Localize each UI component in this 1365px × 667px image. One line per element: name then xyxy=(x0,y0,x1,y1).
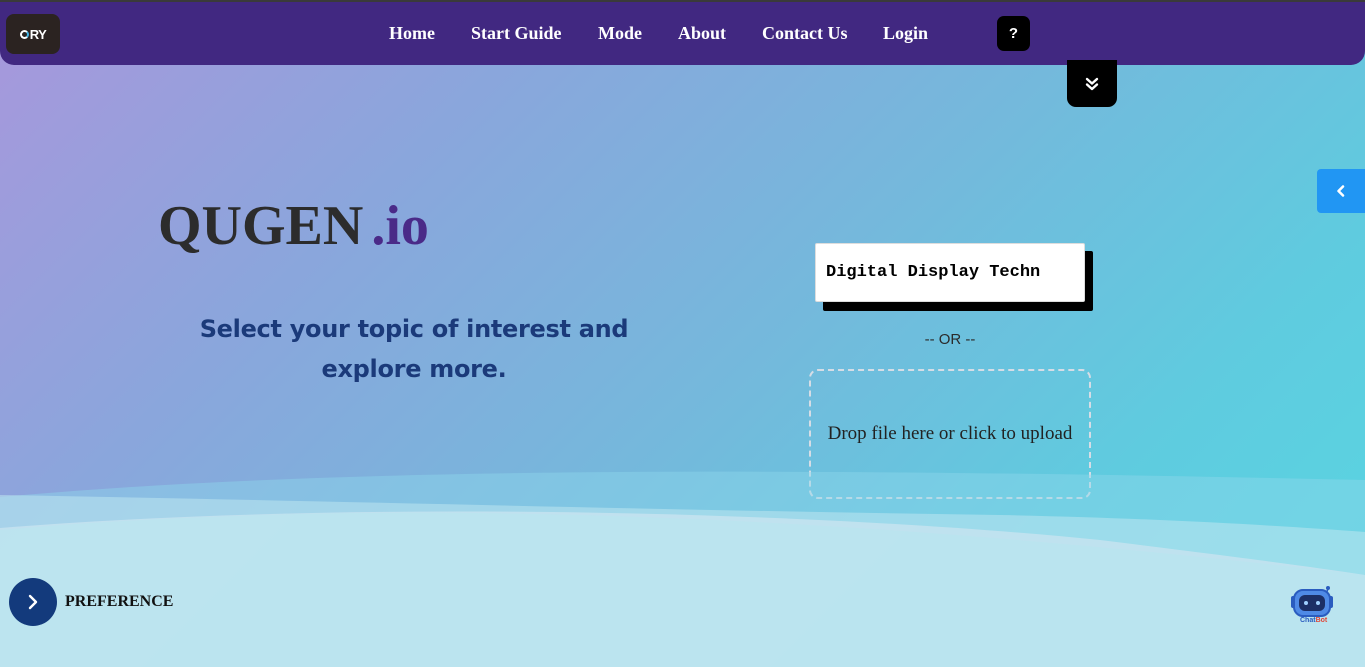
chatbot-label-chat: Chat xyxy=(1300,617,1316,624)
logo-text: RY xyxy=(29,26,47,42)
topic-search-input[interactable]: Digital Display Techn xyxy=(815,243,1085,302)
nav-mode[interactable]: Mode xyxy=(598,23,642,44)
brand-main: QUGEN xyxy=(158,195,364,257)
brand-suffix: .io xyxy=(371,195,429,257)
help-button[interactable]: ? xyxy=(997,16,1030,51)
logo-mark xyxy=(19,29,29,39)
nav-contact-us[interactable]: Contact Us xyxy=(762,23,848,44)
chevrons-down-icon xyxy=(1085,77,1099,90)
chatbot-label-bot: Bot xyxy=(1315,617,1328,624)
chevron-left-icon xyxy=(1337,185,1345,197)
site-logo[interactable]: RY xyxy=(6,14,60,54)
brand-title: QUGEN .io xyxy=(158,194,429,258)
preference-label: PREFERENCE xyxy=(65,593,174,610)
preference-button[interactable] xyxy=(9,578,57,626)
top-navbar: RY Home Start Guide Mode About Contact U… xyxy=(0,2,1365,65)
nav-start-guide[interactable]: Start Guide xyxy=(471,23,562,44)
or-divider: -- OR -- xyxy=(924,331,976,348)
dropzone-label: Drop file here or click to upload xyxy=(827,423,1073,444)
chatbot-label: ChatBot xyxy=(1300,617,1327,624)
chevron-right-icon xyxy=(28,594,38,610)
side-panel-toggle[interactable] xyxy=(1317,169,1365,213)
hero-tagline: Select your topic of interest and explor… xyxy=(199,315,629,383)
nav-about[interactable]: About xyxy=(678,23,726,44)
background-waves xyxy=(0,471,1365,667)
nav-home[interactable]: Home xyxy=(389,23,435,44)
nav-login[interactable]: Login xyxy=(883,23,928,44)
collapse-navbar-button[interactable] xyxy=(1067,60,1117,107)
